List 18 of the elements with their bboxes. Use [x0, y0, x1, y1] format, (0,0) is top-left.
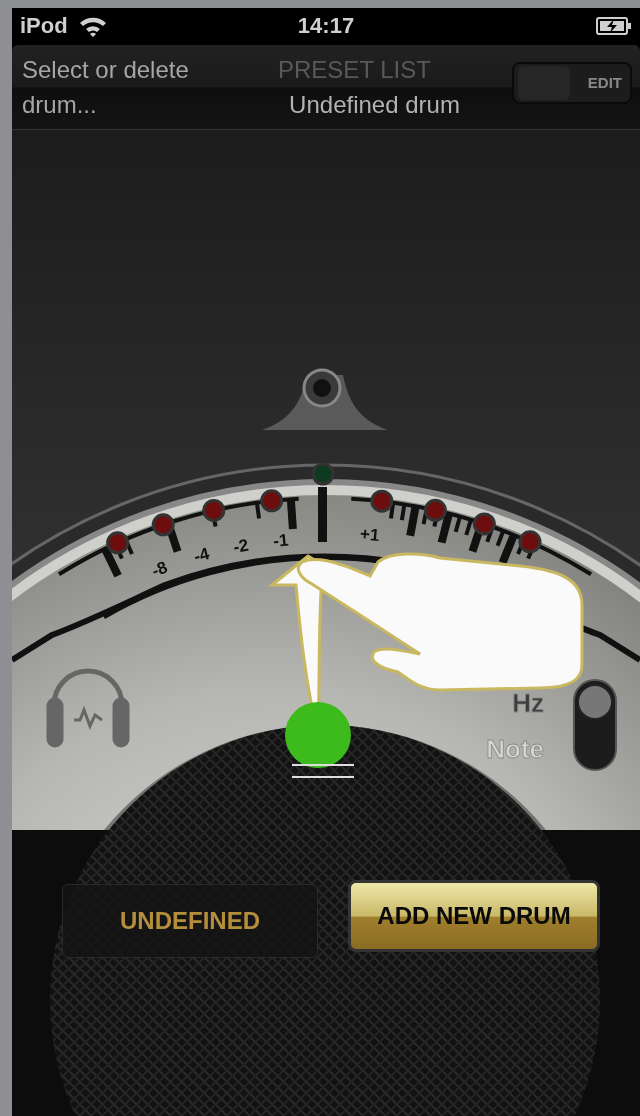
scale-label: -2	[231, 535, 251, 557]
scale-label: +1	[359, 524, 381, 546]
add-new-drum-button[interactable]: ADD NEW DRUM	[348, 880, 600, 952]
battery-charging-icon	[596, 16, 632, 37]
carrier-label: iPod	[20, 13, 68, 40]
mode-label[interactable]: Hz	[512, 688, 544, 718]
knob-icon	[262, 368, 388, 430]
clock-time: 14:17	[297, 13, 355, 40]
headphones-icon	[46, 668, 130, 748]
scale-label: -4	[191, 544, 212, 567]
drum-name-display: UNDEFINED	[62, 884, 318, 958]
scale-label: -8	[149, 557, 171, 581]
preset-name: Undefined drum	[289, 89, 460, 120]
hint-text: Select or delete drum...	[22, 54, 190, 120]
preset-list-title[interactable]: PRESET LIST	[278, 51, 431, 87]
edit-switch[interactable]: EDIT	[512, 61, 632, 104]
mode-toggle-switch[interactable]	[573, 679, 617, 771]
scale-label: -1	[272, 530, 290, 551]
